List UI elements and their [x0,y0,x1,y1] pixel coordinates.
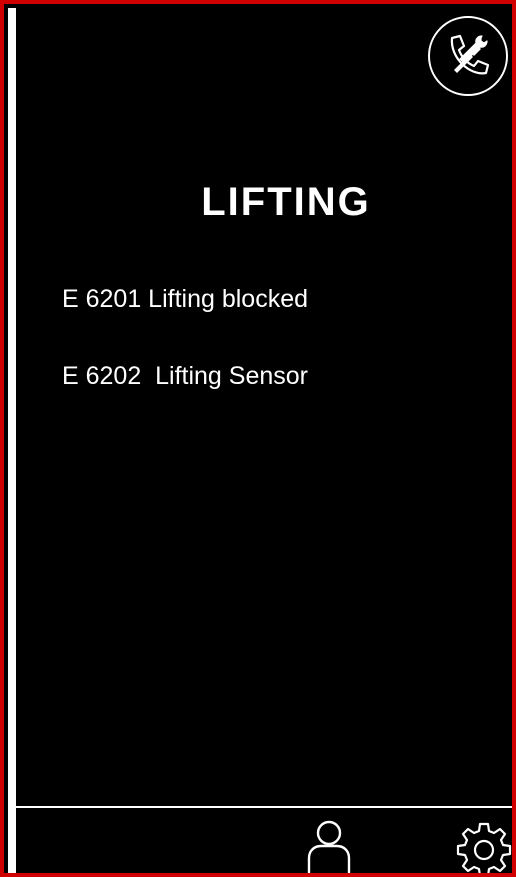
error-item-6201[interactable]: E 6201 Lifting blocked [62,284,496,361]
user-button[interactable] [306,818,352,873]
error-item-6202[interactable]: E 6202 Lifting Sensor [62,361,496,438]
gear-icon [456,822,512,873]
error-list: E 6201 Lifting blocked E 6202 Lifting Se… [62,284,496,438]
user-icon [307,820,351,873]
bottom-toolbar [16,806,512,873]
window-frame: LIFTING E 6201 Lifting blocked E 6202 Li… [0,0,516,877]
app-screen: LIFTING E 6201 Lifting blocked E 6202 Li… [16,8,512,873]
settings-button[interactable] [454,820,512,873]
background-strip [8,8,16,873]
service-call-button[interactable] [428,16,508,96]
page-title: LIFTING [201,180,371,224]
phone-wrench-icon [450,34,490,75]
